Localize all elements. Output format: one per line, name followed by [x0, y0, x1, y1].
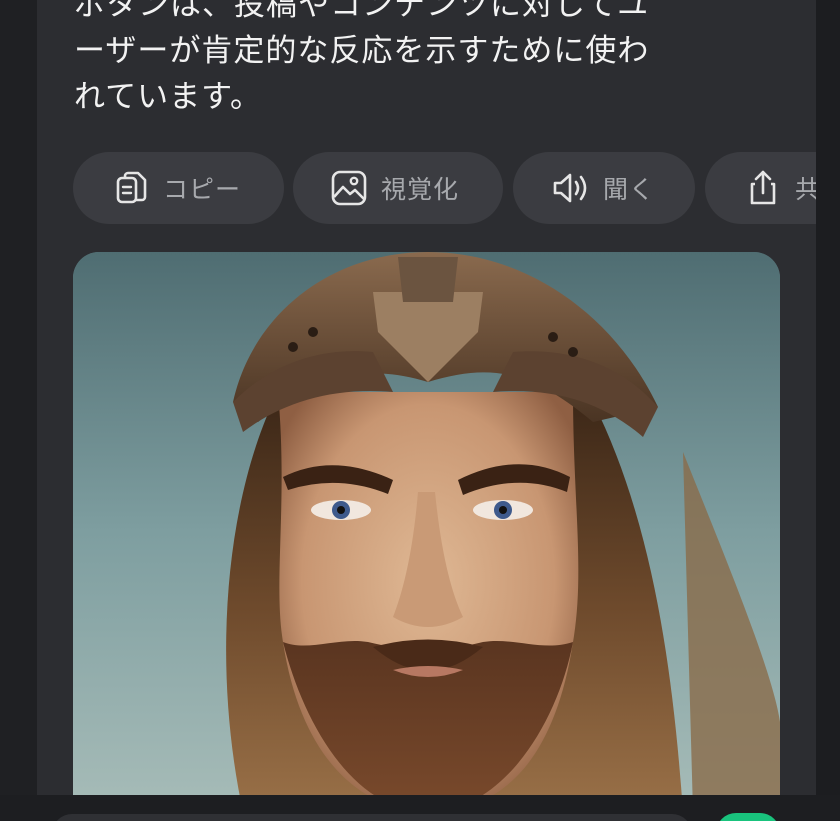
right-gutter — [816, 0, 840, 821]
copy-label: コピー — [163, 175, 242, 204]
chat-screen: ボタンは、投稿やコンテンツに対してユ ーザーが肯定的な反応を示すために使わ れて… — [0, 0, 840, 821]
copy-icon — [116, 171, 147, 204]
speaker-icon — [553, 173, 587, 203]
copy-button[interactable]: コピー — [73, 152, 284, 224]
listen-label: 聞く — [603, 175, 656, 204]
listen-button[interactable]: 聞く — [513, 152, 695, 224]
visualize-button[interactable]: 視覚化 — [293, 152, 503, 224]
share-button[interactable]: 共有 — [705, 152, 816, 224]
visualize-label: 視覚化 — [381, 175, 460, 204]
share-label: 共有 — [795, 175, 816, 204]
viking-portrait-illustration — [73, 252, 780, 812]
share-icon — [750, 170, 776, 205]
generated-image[interactable] — [73, 252, 780, 812]
assistant-message-text: ボタンは、投稿やコンテンツに対してユ ーザーが肯定的な反応を示すために使わ れて… — [74, 0, 650, 115]
image-icon — [331, 170, 367, 206]
message-input[interactable] — [52, 814, 692, 821]
message-actions: コピー 視覚化 聞く 共有 — [73, 152, 816, 226]
